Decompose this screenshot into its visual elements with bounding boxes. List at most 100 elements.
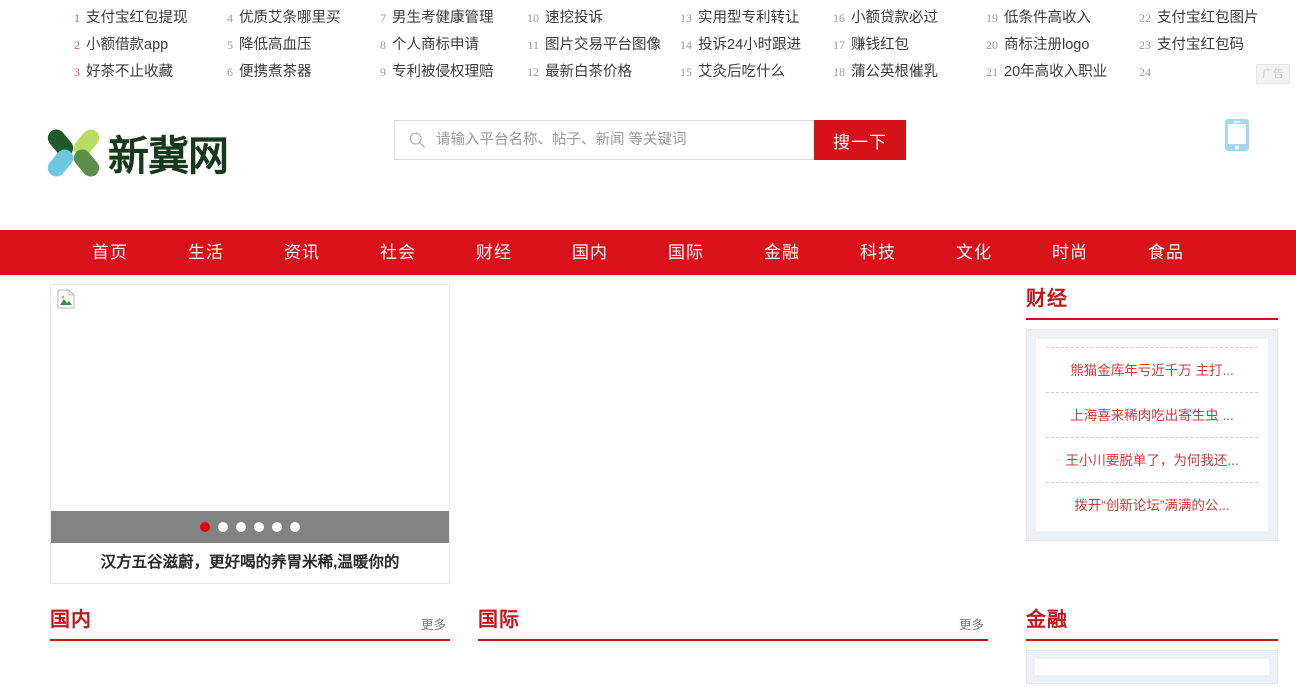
nav-item-11[interactable]: 食品 xyxy=(1118,230,1214,275)
keyword-grid: 1 支付宝红包提现 2 小额借款app 3 好茶不止收藏 4 优质艾条哪里买 5 降低高血压 6 便携… xyxy=(62,5,1296,86)
sidebar-news-item[interactable]: 上海喜来稀肉吃出寄生虫 ... xyxy=(1046,392,1258,437)
keyword-link[interactable]: 图片交易平台图像 xyxy=(545,32,661,59)
keyword-link[interactable]: 专利被侵权理赔 xyxy=(392,59,494,86)
keyword-link[interactable]: 男生考健康管理 xyxy=(392,5,494,32)
keyword-rank: 9 xyxy=(380,65,386,79)
main-content: 汉方五谷滋蔚，更好喝的养胃米稀,温暖你的 财经 熊猫金库年亏近千万 主打... 上… xyxy=(0,275,1296,687)
slider-dot-4[interactable] xyxy=(272,522,282,532)
nav-item-8[interactable]: 科技 xyxy=(830,230,926,275)
slider-caption[interactable]: 汉方五谷滋蔚，更好喝的养胃米稀,温暖你的 xyxy=(51,543,449,583)
keyword-item[interactable]: 8 个人商标申请 xyxy=(368,32,521,59)
keyword-rank: 7 xyxy=(380,11,386,25)
nav-item-7[interactable]: 金融 xyxy=(734,230,830,275)
nav-item-0[interactable]: 首页 xyxy=(62,230,158,275)
nav-item-2[interactable]: 资讯 xyxy=(254,230,350,275)
keyword-link[interactable]: 最新白茶价格 xyxy=(545,59,632,86)
keyword-column: 7 男生考健康管理 8 个人商标申请 9 专利被侵权理赔 xyxy=(368,5,521,86)
slider-dot-0[interactable] xyxy=(200,522,210,532)
section-domestic-more-link[interactable]: 更多 xyxy=(421,614,446,633)
keyword-link[interactable]: 降低高血压 xyxy=(239,32,312,59)
keyword-item[interactable]: 11 图片交易平台图像 xyxy=(521,32,674,59)
sidebar-news-item[interactable]: 拨开“创新论坛”满满的公... xyxy=(1046,482,1258,527)
keyword-rank: 15 xyxy=(680,65,692,79)
search-field[interactable] xyxy=(394,120,814,160)
sidebar-news-item[interactable]: 熊猫金库年亏近千万 主打... xyxy=(1046,347,1258,392)
keyword-link[interactable]: 支付宝红包码 xyxy=(1157,32,1244,59)
mobile-phone-icon[interactable] xyxy=(1224,118,1250,152)
search-bar: 搜一下 xyxy=(394,120,906,160)
section-international-more-link[interactable]: 更多 xyxy=(959,614,984,633)
section-finance-header: 金融 xyxy=(1026,605,1278,641)
keyword-link[interactable]: 小额贷款必过 xyxy=(851,5,938,32)
keyword-item[interactable]: 18 蒲公英根催乳 xyxy=(827,59,980,86)
search-button[interactable]: 搜一下 xyxy=(814,120,906,160)
keyword-link[interactable]: 20年高收入职业 xyxy=(1004,59,1107,86)
keyword-link[interactable]: 小额借款app xyxy=(86,32,168,59)
keyword-item[interactable]: 10 速挖投诉 xyxy=(521,5,674,32)
keyword-item[interactable]: 22 支付宝红包图片 xyxy=(1133,5,1286,32)
keyword-item[interactable]: 12 最新白茶价格 xyxy=(521,59,674,86)
keyword-item[interactable]: 5 降低高血压 xyxy=(215,32,368,59)
keyword-link[interactable]: 支付宝红包提现 xyxy=(86,5,188,32)
keyword-link[interactable]: 好茶不止收藏 xyxy=(86,59,173,86)
keyword-item[interactable]: 17 赚钱红包 xyxy=(827,32,980,59)
keyword-link[interactable]: 蒲公英根催乳 xyxy=(851,59,938,86)
section-finance-panel xyxy=(1026,650,1278,684)
keyword-item[interactable]: 19 低条件高收入 xyxy=(980,5,1133,32)
keyword-rank: 23 xyxy=(1139,38,1151,52)
keyword-item[interactable]: 15 艾灸后吃什么 xyxy=(674,59,827,86)
nav-item-1[interactable]: 生活 xyxy=(158,230,254,275)
logo-arm-bottom-right xyxy=(70,146,103,180)
keyword-item[interactable]: 4 优质艾条哪里买 xyxy=(215,5,368,32)
keyword-link[interactable]: 投诉24小时跟进 xyxy=(698,32,801,59)
keyword-item[interactable]: 1 支付宝红包提现 xyxy=(62,5,215,32)
keyword-rank: 3 xyxy=(74,65,80,79)
keyword-item[interactable]: 16 小额贷款必过 xyxy=(827,5,980,32)
keyword-column: 19 低条件高收入 20 商标注册logo 21 20年高收入职业 xyxy=(980,5,1133,86)
keyword-link[interactable]: 个人商标申请 xyxy=(392,32,479,59)
keyword-column: 1 支付宝红包提现 2 小额借款app 3 好茶不止收藏 xyxy=(62,5,215,86)
nav-item-5[interactable]: 国内 xyxy=(542,230,638,275)
site-logo[interactable]: 新冀网 xyxy=(44,122,229,182)
keyword-item[interactable]: 13 实用型专利转让 xyxy=(674,5,827,32)
sidebar-news-item[interactable]: 王小川要脱单了，为何我还... xyxy=(1046,437,1258,482)
nav-item-3[interactable]: 社会 xyxy=(350,230,446,275)
keyword-link[interactable]: 赚钱红包 xyxy=(851,32,909,59)
keyword-item[interactable]: 20 商标注册logo xyxy=(980,32,1133,59)
top-keyword-bar: 1 支付宝红包提现 2 小额借款app 3 好茶不止收藏 4 优质艾条哪里买 5 降低高血压 6 便携… xyxy=(0,0,1296,100)
keyword-item[interactable]: 21 20年高收入职业 xyxy=(980,59,1133,86)
slider-dot-5[interactable] xyxy=(290,522,300,532)
keyword-rank: 12 xyxy=(527,65,539,79)
keyword-item[interactable]: 23 支付宝红包码 xyxy=(1133,32,1286,59)
keyword-link[interactable]: 低条件高收入 xyxy=(1004,5,1091,32)
keyword-column: 13 实用型专利转让 14 投诉24小时跟进 15 艾灸后吃什么 xyxy=(674,5,827,86)
keyword-link[interactable]: 商标注册logo xyxy=(1004,32,1089,59)
keyword-link[interactable]: 优质艾条哪里买 xyxy=(239,5,341,32)
slider-dot-2[interactable] xyxy=(236,522,246,532)
keyword-rank: 16 xyxy=(833,11,845,25)
keyword-rank: 8 xyxy=(380,38,386,52)
nav-item-9[interactable]: 文化 xyxy=(926,230,1022,275)
keyword-item[interactable]: 3 好茶不止收藏 xyxy=(62,59,215,86)
keyword-item[interactable]: 14 投诉24小时跟进 xyxy=(674,32,827,59)
slider-dot-1[interactable] xyxy=(218,522,228,532)
sidebar-finance-news-header: 财经 xyxy=(1026,284,1278,320)
keyword-link[interactable]: 实用型专利转让 xyxy=(698,5,800,32)
keyword-link[interactable]: 便携煮茶器 xyxy=(239,59,312,86)
nav-item-10[interactable]: 时尚 xyxy=(1022,230,1118,275)
slider-dot-3[interactable] xyxy=(254,522,264,532)
search-input[interactable] xyxy=(434,122,814,158)
section-domestic-header: 国内 更多 xyxy=(50,605,450,641)
keyword-link[interactable]: 艾灸后吃什么 xyxy=(698,59,785,86)
keyword-link[interactable]: 支付宝红包图片 xyxy=(1157,5,1259,32)
nav-item-6[interactable]: 国际 xyxy=(638,230,734,275)
hero-slider[interactable]: 汉方五谷滋蔚，更好喝的养胃米稀,温暖你的 xyxy=(50,284,450,584)
logo-x-mark-icon xyxy=(44,126,104,180)
keyword-link[interactable]: 速挖投诉 xyxy=(545,5,603,32)
keyword-item[interactable]: 9 专利被侵权理赔 xyxy=(368,59,521,86)
keyword-rank: 24 xyxy=(1139,65,1151,79)
keyword-item[interactable]: 7 男生考健康管理 xyxy=(368,5,521,32)
keyword-item[interactable]: 6 便携煮茶器 xyxy=(215,59,368,86)
nav-item-4[interactable]: 财经 xyxy=(446,230,542,275)
keyword-item[interactable]: 2 小额借款app xyxy=(62,32,215,59)
